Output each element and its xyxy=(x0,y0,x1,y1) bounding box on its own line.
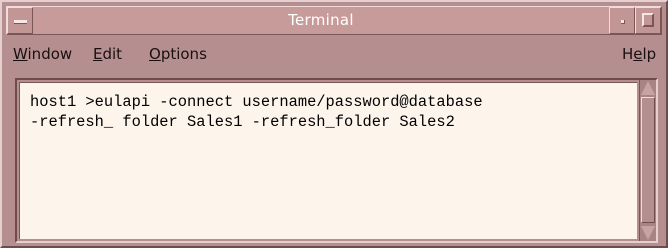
menu-options[interactable]: Options xyxy=(149,37,207,71)
maximize-button[interactable] xyxy=(635,7,661,34)
maximize-icon xyxy=(642,13,654,27)
menu-edit[interactable]: Edit xyxy=(93,37,122,71)
window-title: Terminal xyxy=(288,11,354,29)
minimize-button[interactable] xyxy=(609,7,635,34)
terminal-window: Terminal Window Edit Options Help host1 … xyxy=(0,0,668,248)
terminal-line-2: -refresh_ folder Sales1 -refresh_folder … xyxy=(30,113,455,131)
menu-help[interactable]: Help xyxy=(622,37,656,71)
terminal-frame: host1 >eulapi -connect username/password… xyxy=(15,78,658,243)
minimize-icon xyxy=(621,20,625,24)
scroll-down-arrow-icon[interactable] xyxy=(641,226,655,240)
window-menu-button[interactable] xyxy=(7,7,33,34)
terminal-text-area[interactable]: host1 >eulapi -connect username/password… xyxy=(19,82,637,239)
scroll-up-arrow-icon[interactable] xyxy=(641,81,655,95)
title-bar[interactable]: Terminal xyxy=(6,6,662,35)
vertical-scrollbar[interactable] xyxy=(639,80,656,241)
scrollbar-thumb[interactable] xyxy=(641,97,655,223)
menu-bar: Window Edit Options Help xyxy=(6,37,662,71)
menu-window[interactable]: Window xyxy=(13,37,72,71)
window-menu-icon xyxy=(14,20,27,24)
terminal-line-1: host1 >eulapi -connect username/password… xyxy=(30,93,483,111)
